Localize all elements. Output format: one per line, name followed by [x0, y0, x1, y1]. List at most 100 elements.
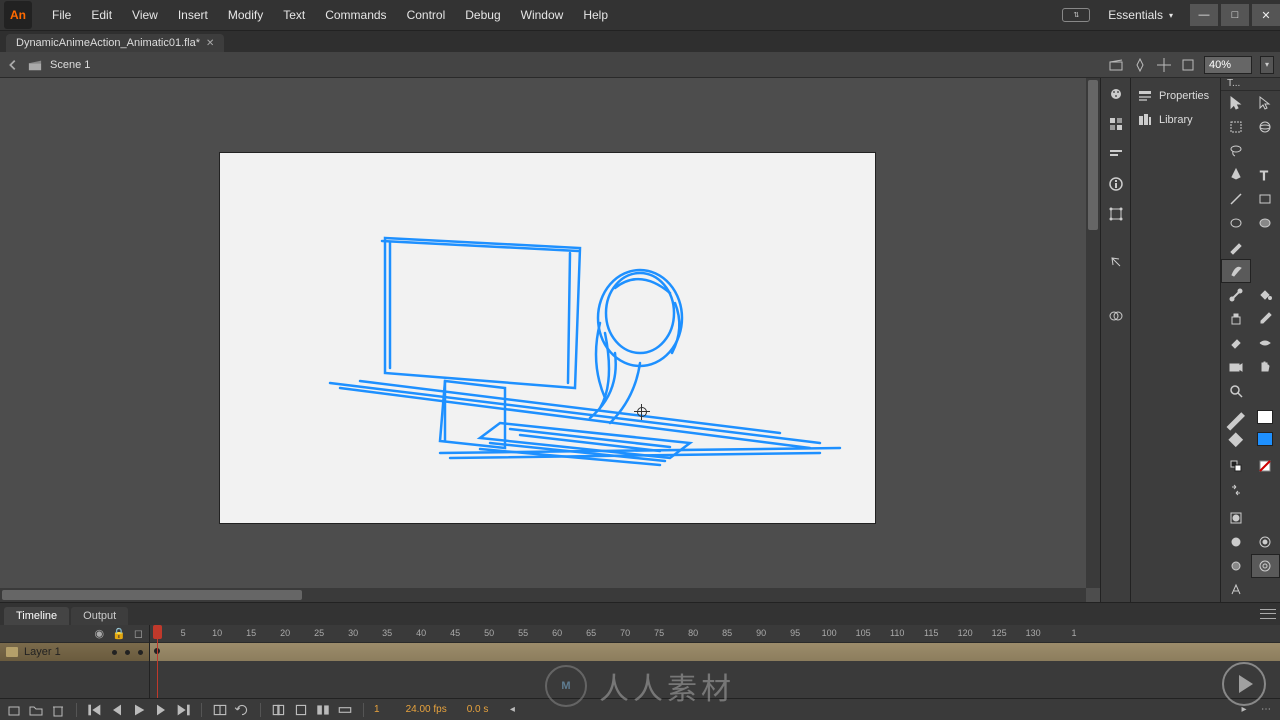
vertical-scrollbar[interactable]	[1086, 78, 1100, 588]
modify-markers-icon[interactable]	[337, 702, 353, 718]
menu-modify[interactable]: Modify	[218, 2, 273, 28]
rectangle-tool[interactable]	[1251, 187, 1280, 211]
tab-timeline[interactable]: Timeline	[4, 607, 69, 625]
lasso-tool[interactable]	[1221, 139, 1251, 163]
width-tool[interactable]	[1251, 331, 1280, 355]
step-forward-icon[interactable]	[153, 702, 169, 718]
edit-scene-icon[interactable]	[1108, 57, 1124, 73]
frame-row[interactable]	[150, 643, 1280, 661]
bone-tool[interactable]	[1221, 283, 1251, 307]
visibility-header-icon[interactable]: ◉	[95, 627, 105, 640]
swap-colors-icon[interactable]	[1221, 478, 1251, 502]
horizontal-scrollbar[interactable]	[0, 588, 1086, 602]
menu-file[interactable]: File	[42, 2, 81, 28]
stage-area[interactable]	[0, 78, 1100, 602]
selection-tool[interactable]	[1221, 91, 1251, 115]
menu-edit[interactable]: Edit	[81, 2, 122, 28]
object-drawing-icon[interactable]	[1221, 506, 1251, 530]
step-back-icon[interactable]	[109, 702, 125, 718]
menu-debug[interactable]: Debug	[455, 2, 510, 28]
window-close-icon[interactable]: ✕	[1252, 4, 1280, 26]
tab-output[interactable]: Output	[71, 607, 128, 625]
onion-skin-icon[interactable]	[271, 702, 287, 718]
info-panel-icon[interactable]	[1106, 174, 1126, 194]
fill-color-icon[interactable]	[1221, 428, 1251, 450]
close-tab-icon[interactable]: ✕	[206, 38, 214, 49]
layer-name[interactable]: Layer 1	[24, 646, 61, 658]
black-white-swap-icon[interactable]	[1221, 454, 1251, 478]
stroke-color-swatch[interactable]	[1251, 406, 1280, 428]
eyedropper-tool[interactable]	[1251, 307, 1280, 331]
brush-shape-icon[interactable]	[1221, 554, 1251, 578]
panel-menu-icon[interactable]	[1260, 607, 1276, 621]
cc-libraries-icon[interactable]	[1106, 306, 1126, 326]
sync-settings-icon[interactable]: ⇅	[1062, 8, 1090, 22]
brush-mode-icon[interactable]	[1251, 530, 1280, 554]
delete-layer-icon[interactable]	[50, 702, 66, 718]
new-layer-icon[interactable]	[6, 702, 22, 718]
free-transform-tool[interactable]	[1221, 115, 1251, 139]
menu-window[interactable]: Window	[511, 2, 574, 28]
stage-canvas[interactable]	[220, 153, 875, 523]
eraser-tool[interactable]	[1221, 331, 1251, 355]
text-tool[interactable]: T	[1251, 163, 1280, 187]
window-minimize-icon[interactable]: —	[1190, 4, 1218, 26]
center-stage-icon[interactable]	[1156, 57, 1172, 73]
menu-commands[interactable]: Commands	[315, 2, 396, 28]
library-panel-button[interactable]: Library	[1131, 108, 1220, 132]
goto-first-frame-icon[interactable]	[87, 702, 103, 718]
menu-insert[interactable]: Insert	[168, 2, 218, 28]
hand-tool[interactable]	[1251, 355, 1280, 379]
history-panel-icon[interactable]	[1106, 252, 1126, 272]
transform-panel-icon[interactable]	[1106, 204, 1126, 224]
brush-size-icon[interactable]	[1221, 530, 1251, 554]
menu-view[interactable]: View	[122, 2, 168, 28]
polystar-tool[interactable]	[1251, 211, 1280, 235]
document-tab[interactable]: DynamicAnimeAction_Animatic01.fla* ✕	[6, 34, 224, 52]
playhead[interactable]	[157, 625, 158, 698]
brush-tool[interactable]	[1221, 259, 1251, 283]
onion-skin-outlines-icon[interactable]	[293, 702, 309, 718]
lock-header-icon[interactable]: 🔒	[112, 627, 126, 640]
fps-display[interactable]: 24.00 fps	[406, 704, 447, 715]
frames-area[interactable]: 1510152025303540455055606570758085909510…	[150, 625, 1280, 698]
oval-tool[interactable]	[1221, 211, 1251, 235]
menu-control[interactable]: Control	[397, 2, 456, 28]
back-arrow-icon[interactable]	[6, 58, 20, 72]
outline-header-icon[interactable]: ◻	[134, 627, 143, 640]
brush-tilt-icon[interactable]	[1221, 578, 1251, 602]
loop-icon[interactable]	[234, 702, 250, 718]
new-folder-icon[interactable]	[28, 702, 44, 718]
timeline-scroll-left-icon[interactable]: ◂	[504, 702, 520, 718]
3d-rotation-tool[interactable]	[1251, 115, 1280, 139]
menu-help[interactable]: Help	[573, 2, 618, 28]
menu-text[interactable]: Text	[273, 2, 315, 28]
subselection-tool[interactable]	[1251, 91, 1280, 115]
pen-tool[interactable]	[1221, 163, 1251, 187]
play-icon[interactable]	[131, 702, 147, 718]
timeline-options-icon[interactable]: ⋯	[1258, 702, 1274, 718]
scene-name[interactable]: Scene 1	[50, 59, 90, 71]
tool-option-1[interactable]	[1251, 506, 1280, 530]
clip-content-icon[interactable]	[1180, 57, 1196, 73]
no-color-icon[interactable]	[1251, 454, 1280, 478]
ink-bottle-tool[interactable]	[1221, 307, 1251, 331]
line-tool[interactable]	[1221, 187, 1251, 211]
timeline-scroll-right-icon[interactable]: ▸	[1236, 702, 1252, 718]
fill-color-swatch[interactable]	[1251, 428, 1280, 450]
properties-panel-button[interactable]: Properties	[1131, 84, 1220, 108]
edit-symbols-icon[interactable]	[1132, 57, 1148, 73]
zoom-dropdown-icon[interactable]: ▾	[1260, 56, 1274, 74]
frame-ruler[interactable]: 1510152025303540455055606570758085909510…	[150, 625, 1280, 643]
pencil-tool[interactable]	[1221, 235, 1251, 259]
workspace-switcher[interactable]: Essentials▾	[1100, 4, 1181, 26]
current-frame[interactable]: 1	[374, 704, 380, 715]
paint-bucket-tool[interactable]	[1251, 283, 1280, 307]
align-panel-icon[interactable]	[1106, 144, 1126, 164]
swatches-panel-icon[interactable]	[1106, 114, 1126, 134]
zoom-input[interactable]: 40%	[1204, 56, 1252, 74]
brush-pressure-icon[interactable]	[1251, 554, 1280, 578]
edit-multiple-frames-icon[interactable]	[315, 702, 331, 718]
center-frame-icon[interactable]	[212, 702, 228, 718]
zoom-tool[interactable]	[1221, 379, 1251, 403]
